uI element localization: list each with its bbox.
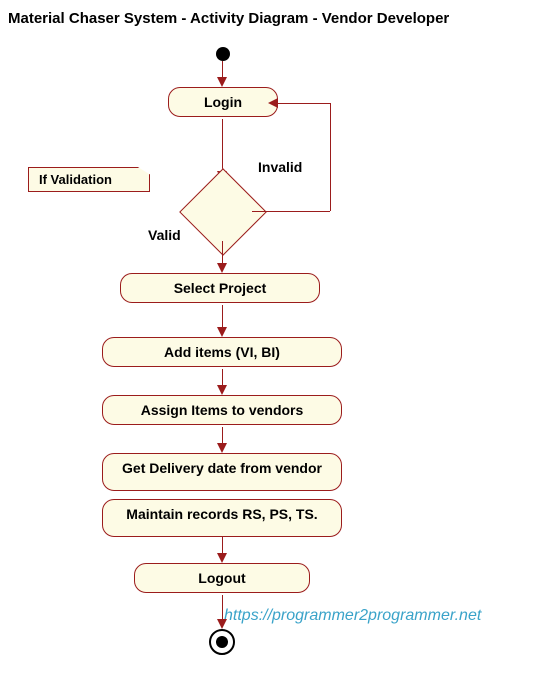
label-invalid: Invalid <box>258 159 302 175</box>
note-validation: If Validation <box>28 167 150 192</box>
watermark-url: https://programmer2programmer.net <box>224 607 481 625</box>
final-node <box>209 629 235 655</box>
activity-get-delivery: Get Delivery date from vendor <box>102 453 342 491</box>
diagram-title: Material Chaser System - Activity Diagra… <box>0 0 534 37</box>
activity-select-project: Select Project <box>120 273 320 303</box>
label-valid: Valid <box>148 227 181 243</box>
activity-maintain-records: Maintain records RS, PS, TS. <box>102 499 342 537</box>
decision-validation <box>179 168 267 256</box>
activity-logout: Logout <box>134 563 310 593</box>
activity-diagram: Login If Validation Invalid Valid Select… <box>0 37 534 677</box>
activity-add-items: Add items (VI, BI) <box>102 337 342 367</box>
activity-assign-items: Assign Items to vendors <box>102 395 342 425</box>
activity-login: Login <box>168 87 278 117</box>
initial-node <box>216 47 230 61</box>
